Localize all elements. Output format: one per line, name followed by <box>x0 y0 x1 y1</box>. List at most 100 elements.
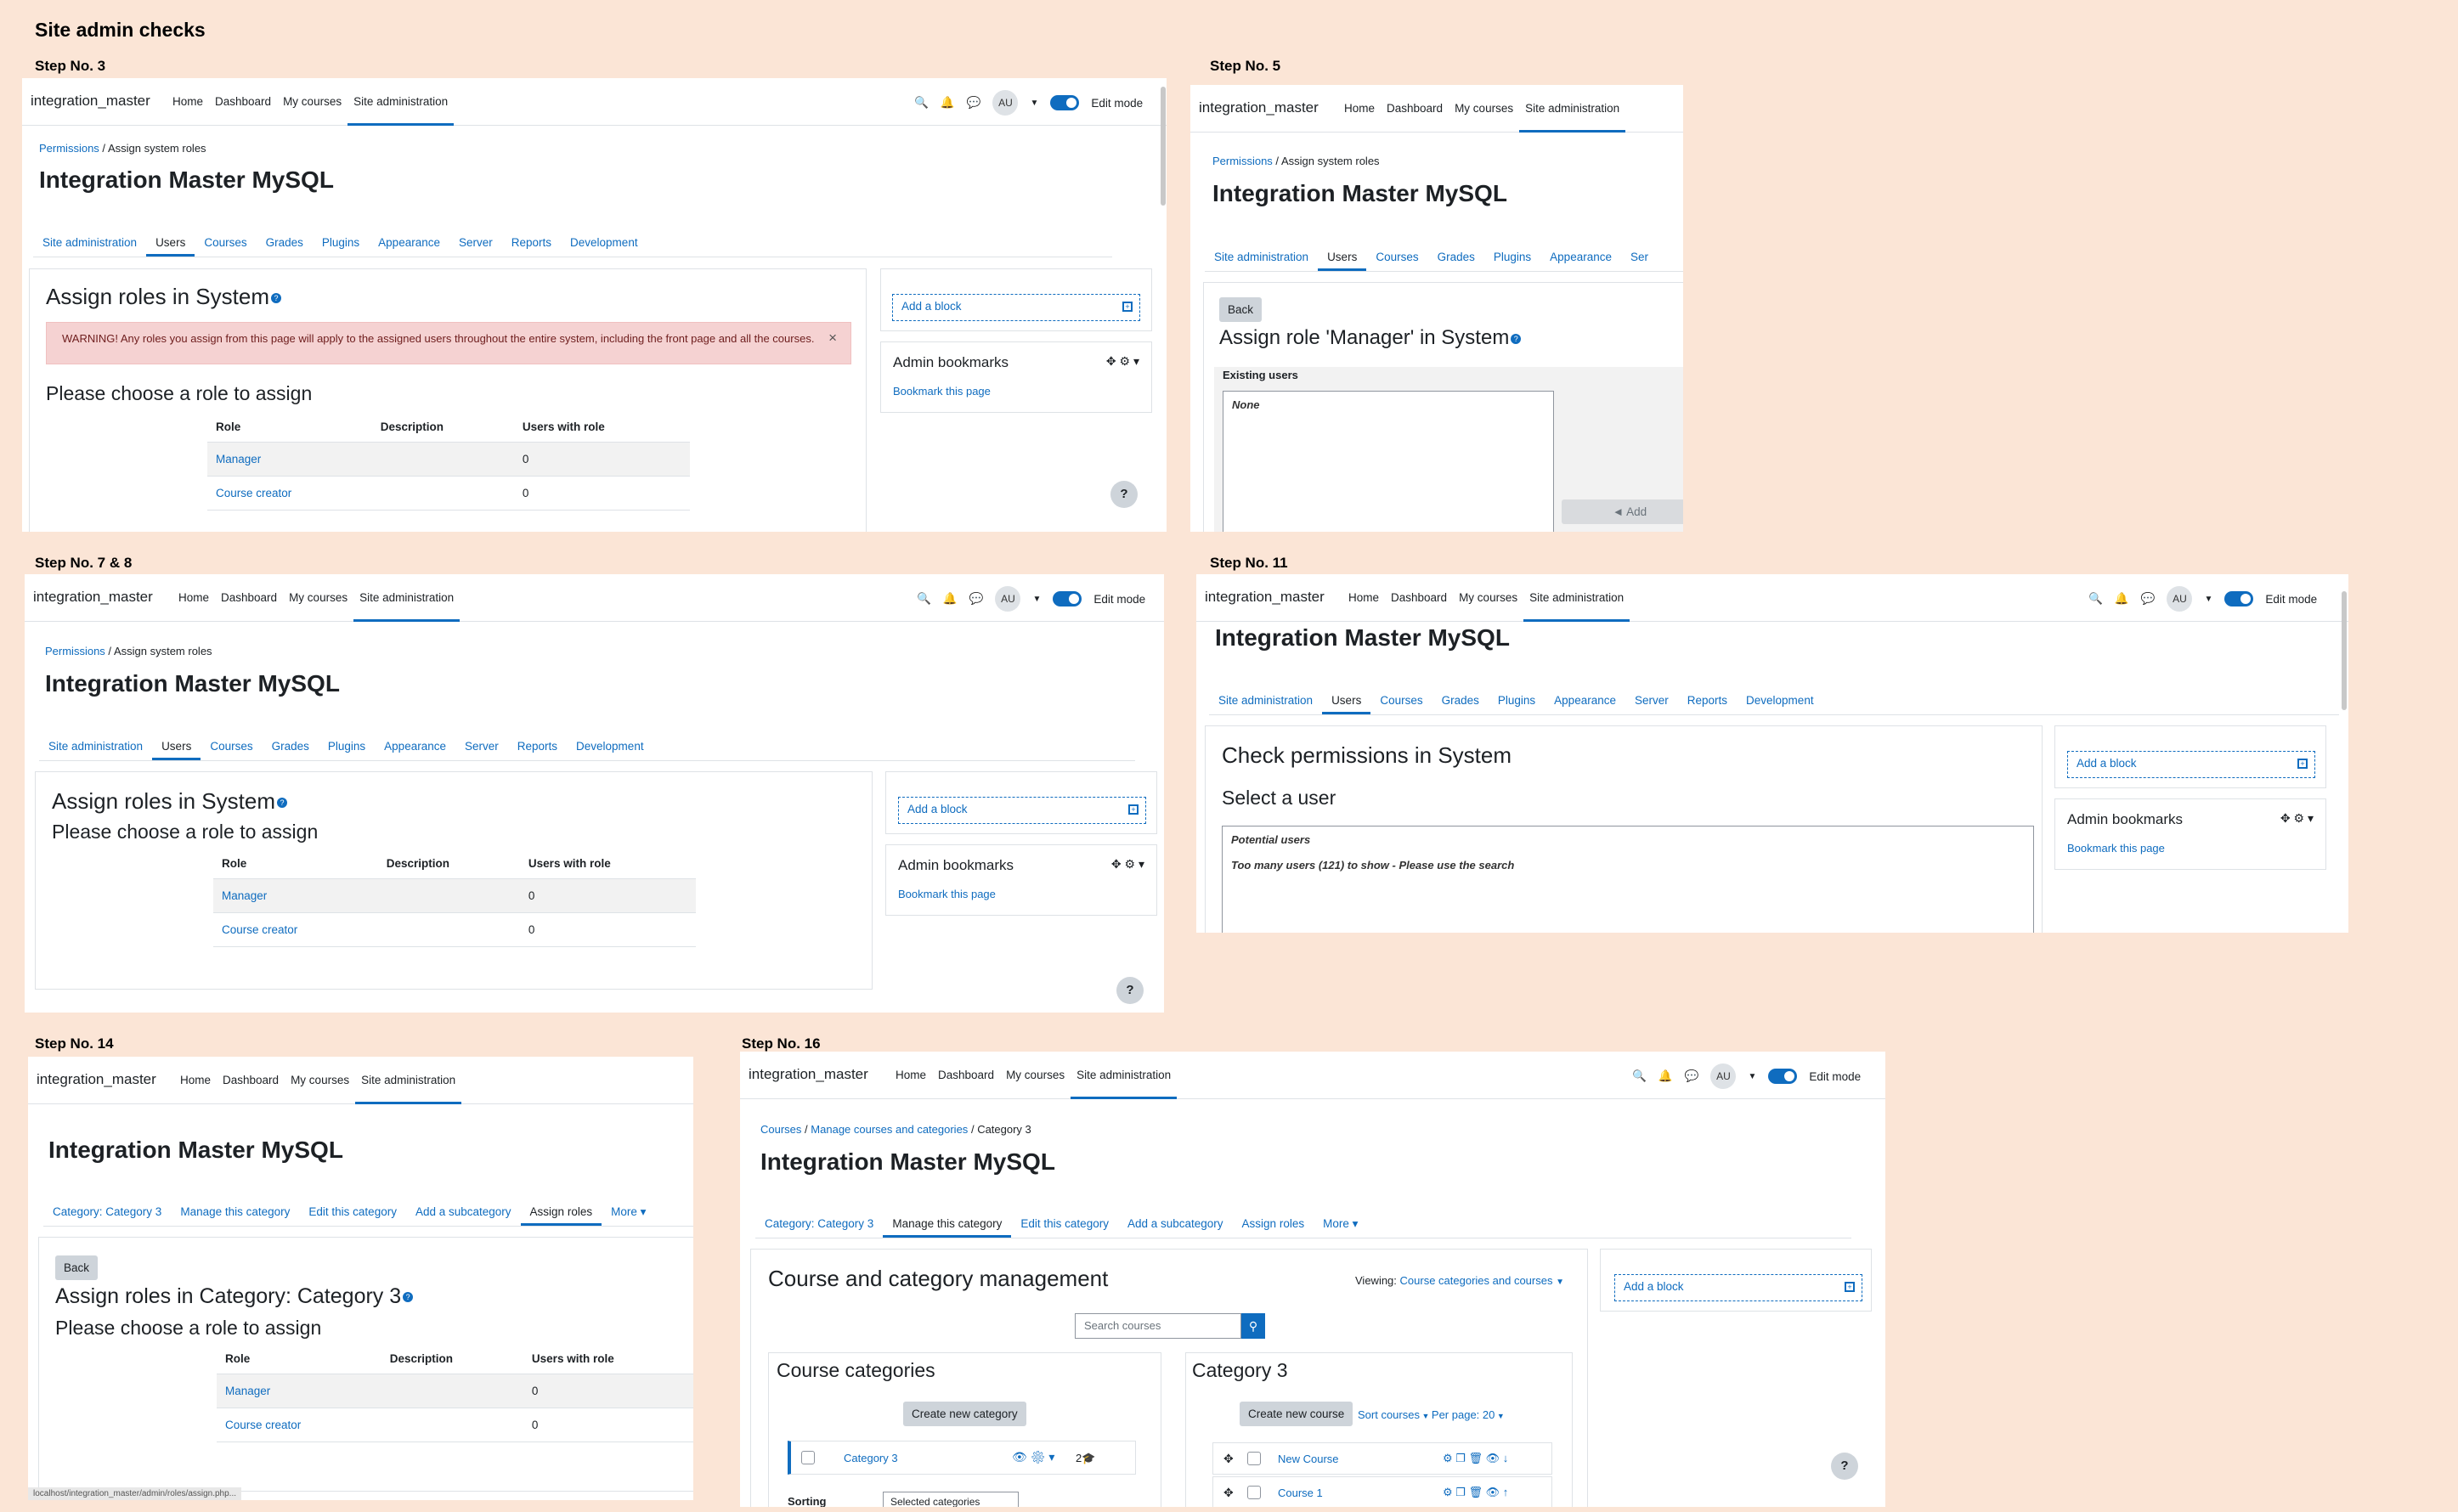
site-brand[interactable]: integration_master <box>33 589 153 606</box>
course-actions-icon[interactable]: ⚙ ❐ 🗑 👁 ↓ <box>1443 1452 1508 1465</box>
per-page-dropdown[interactable]: Per page: 20 <box>1432 1408 1495 1421</box>
tab-courses[interactable]: Courses <box>1366 243 1427 271</box>
role-creator-link[interactable]: Course creator <box>216 487 291 499</box>
chevron-down-icon[interactable]: ▼ <box>1030 99 1038 108</box>
chat-icon[interactable]: 💬 <box>1685 1069 1699 1083</box>
help-button[interactable]: ? <box>1831 1453 1858 1480</box>
scrollbar[interactable] <box>1161 87 1166 206</box>
tab-plugins[interactable]: Plugins <box>1484 243 1540 271</box>
nav-home[interactable]: Home <box>174 1057 217 1104</box>
search-button[interactable]: ⚲ <box>1241 1313 1265 1339</box>
tab-server[interactable]: Server <box>449 228 502 257</box>
help-button[interactable]: ? <box>1116 977 1144 1004</box>
nav-my-courses[interactable]: My courses <box>285 1057 355 1104</box>
course-checkbox[interactable] <box>1247 1486 1261 1499</box>
course-link[interactable]: Course 1 <box>1278 1487 1323 1499</box>
close-icon[interactable]: × <box>828 330 837 347</box>
create-course-button[interactable]: Create new course <box>1240 1402 1353 1426</box>
role-manager-link[interactable]: Manager <box>225 1385 270 1397</box>
add-block-button[interactable]: Add a block + <box>892 294 1140 321</box>
tab-grades[interactable]: Grades <box>1428 243 1484 271</box>
tab-users[interactable]: Users <box>152 732 201 760</box>
tab-development[interactable]: Development <box>1737 686 1823 714</box>
chevron-down-icon[interactable]: ▼ <box>2204 595 2212 604</box>
site-brand[interactable]: integration_master <box>37 1071 156 1088</box>
edit-mode-toggle[interactable] <box>2224 591 2254 606</box>
tab-server[interactable]: Server <box>1625 686 1678 714</box>
chevron-down-icon[interactable]: ▼ <box>1556 1278 1564 1287</box>
move-icon[interactable]: ✥ <box>1223 1452 1234 1466</box>
tab-assign-roles[interactable]: Assign roles <box>520 1198 602 1226</box>
course-checkbox[interactable] <box>1247 1452 1261 1465</box>
chat-icon[interactable]: 💬 <box>2141 592 2156 606</box>
search-icon[interactable]: 🔍 <box>917 592 931 606</box>
bell-icon[interactable]: 🔔 <box>943 592 958 606</box>
tab-site-administration[interactable]: Site administration <box>39 732 152 760</box>
tab-appearance[interactable]: Appearance <box>369 228 449 257</box>
move-icon[interactable]: ✥ <box>1223 1486 1234 1500</box>
avatar[interactable]: AU <box>1710 1063 1737 1089</box>
role-creator-link[interactable]: Course creator <box>222 923 297 936</box>
nav-home[interactable]: Home <box>167 78 209 126</box>
back-button[interactable]: Back <box>55 1255 99 1280</box>
course-link[interactable]: New Course <box>1278 1453 1339 1465</box>
tab-manage-category[interactable]: Manage this category <box>883 1210 1012 1238</box>
nav-site-admin[interactable]: Site administration <box>1519 85 1626 133</box>
help-icon[interactable]: ? <box>1511 333 1522 344</box>
tab-assign-roles[interactable]: Assign roles <box>1233 1210 1314 1238</box>
role-creator-link[interactable]: Course creator <box>225 1419 301 1431</box>
tab-server[interactable]: Server <box>455 732 508 760</box>
tab-edit-category[interactable]: Edit this category <box>299 1198 406 1226</box>
add-user-button[interactable]: ◄ Add <box>1562 499 1683 524</box>
nav-site-admin[interactable]: Site administration <box>355 1057 462 1104</box>
tab-grades[interactable]: Grades <box>1432 686 1489 714</box>
nav-home[interactable]: Home <box>890 1052 932 1099</box>
nav-home[interactable]: Home <box>172 574 215 622</box>
tab-more[interactable]: More ▾ <box>1314 1210 1367 1238</box>
add-block-button[interactable]: Add a block + <box>2067 751 2315 778</box>
tab-grades[interactable]: Grades <box>257 228 313 257</box>
avatar[interactable]: AU <box>2167 586 2193 612</box>
tab-development[interactable]: Development <box>567 732 653 760</box>
tab-users[interactable]: Users <box>1318 243 1367 271</box>
chevron-down-icon[interactable]: ▼ <box>1420 1412 1432 1420</box>
tab-plugins[interactable]: Plugins <box>313 228 369 257</box>
breadcrumb-courses[interactable]: Courses <box>760 1123 801 1136</box>
scrollbar[interactable] <box>2342 591 2347 710</box>
tab-site-administration[interactable]: Site administration <box>33 228 146 257</box>
existing-users-select[interactable]: None <box>1223 391 1554 532</box>
nav-site-admin[interactable]: Site administration <box>1523 574 1630 622</box>
bookmark-this-page-link[interactable]: Bookmark this page <box>2067 842 2165 855</box>
chevron-down-icon[interactable]: ▼ <box>1032 595 1041 604</box>
help-icon[interactable]: ? <box>270 293 281 304</box>
tab-appearance[interactable]: Appearance <box>1540 243 1621 271</box>
tab-development[interactable]: Development <box>561 228 647 257</box>
chevron-down-icon[interactable]: ▼ <box>1748 1072 1756 1081</box>
bookmark-this-page-link[interactable]: Bookmark this page <box>893 385 991 398</box>
search-courses-input[interactable]: Search courses <box>1075 1313 1241 1339</box>
nav-site-admin[interactable]: Site administration <box>353 574 461 622</box>
role-manager-link[interactable]: Manager <box>222 889 267 902</box>
sort-courses-dropdown[interactable]: Sort courses <box>1358 1408 1420 1421</box>
help-icon[interactable]: ? <box>276 798 287 809</box>
bell-icon[interactable]: 🔔 <box>941 96 955 110</box>
edit-mode-toggle[interactable] <box>1053 591 1082 606</box>
bookmark-this-page-link[interactable]: Bookmark this page <box>898 888 996 900</box>
nav-dashboard[interactable]: Dashboard <box>1381 85 1449 133</box>
add-block-button[interactable]: Add a block + <box>898 797 1146 824</box>
chat-icon[interactable]: 💬 <box>967 96 981 110</box>
tab-edit-category[interactable]: Edit this category <box>1011 1210 1118 1238</box>
help-icon[interactable]: ? <box>403 1292 414 1303</box>
course-row[interactable]: ✥ Course 1 ⚙ ❐ 🗑 👁 ↑ <box>1212 1476 1552 1507</box>
role-manager-link[interactable]: Manager <box>216 453 261 465</box>
viewing-dropdown[interactable]: Course categories and courses <box>1400 1274 1553 1287</box>
nav-site-admin[interactable]: Site administration <box>1071 1052 1178 1099</box>
nav-my-courses[interactable]: My courses <box>277 78 348 126</box>
nav-dashboard[interactable]: Dashboard <box>1385 574 1453 622</box>
search-icon[interactable]: 🔍 <box>2088 592 2103 606</box>
nav-my-courses[interactable]: My courses <box>1449 85 1519 133</box>
nav-my-courses[interactable]: My courses <box>1000 1052 1071 1099</box>
search-icon[interactable]: 🔍 <box>914 96 929 110</box>
category-row[interactable]: Category 3 👁 ⚙ ▾ 2🎓 <box>788 1441 1136 1475</box>
tab-add-subcategory[interactable]: Add a subcategory <box>1118 1210 1233 1238</box>
